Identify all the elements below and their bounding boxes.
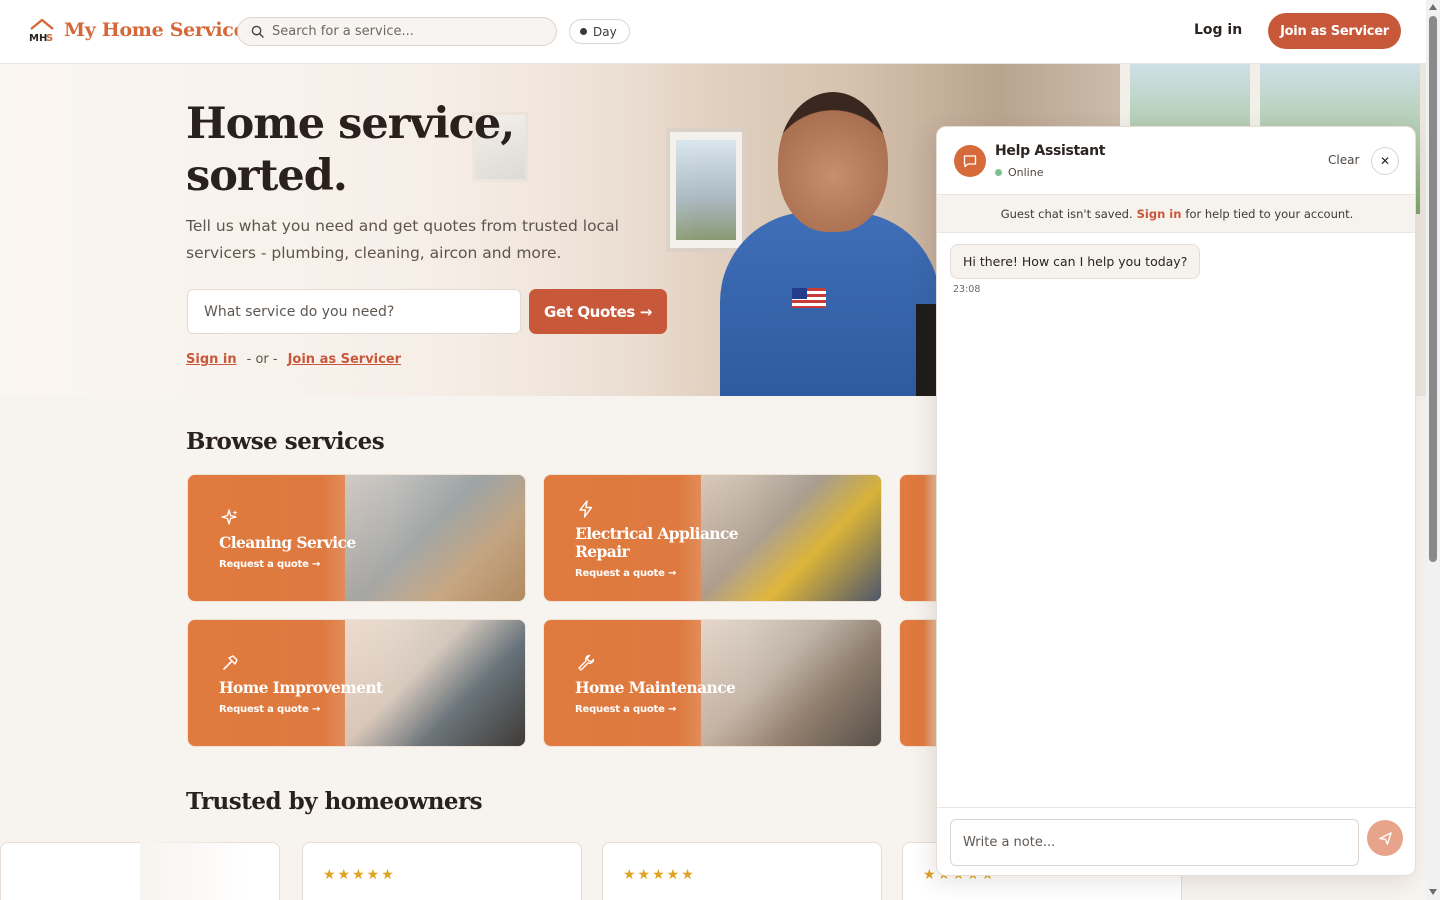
review-card: ★★★★★ [302,842,582,900]
service-card-improvement[interactable]: Home Improvement Request a quote → [187,619,526,747]
scroll-up-icon[interactable] [1429,4,1437,10]
chat-header: Help Assistant Online Clear ✕ [937,127,1415,195]
reviews-title: Trusted by homeowners [186,788,483,815]
chat-message-input[interactable] [950,819,1359,866]
hero-title: Home service, sorted. [186,98,606,202]
chat-clear-button[interactable]: Clear [1328,153,1359,167]
service-card-title: Home Maintenance [575,678,736,697]
reviews-fade [140,830,250,900]
hero-servicer-image [720,92,940,396]
message-timestamp: 23:08 [953,284,981,295]
chat-footer [937,807,1415,875]
hero-title-line2: sorted. [186,151,348,201]
assistant-message: Hi there! How can I help you today? [950,244,1201,279]
online-dot-icon [995,169,1002,176]
chat-title: Help Assistant [995,143,1106,159]
house-logo-icon: MH S [28,17,56,44]
scroll-thumb[interactable] [1429,16,1437,562]
hero-sign-in-link[interactable]: Sign in [186,352,237,367]
notice-text: Guest chat isn't saved. [1000,206,1133,221]
service-card-title: Home Improvement [219,678,383,697]
theme-dot-icon [580,28,587,35]
chat-status-label: Online [1008,166,1044,179]
service-card-electrical[interactable]: Electrical Appliance Repair Request a qu… [543,474,882,602]
service-card-maintenance[interactable]: Home Maintenance Request a quote → [543,619,882,747]
send-icon [1378,831,1392,845]
help-assistant-panel: Help Assistant Online Clear ✕ Guest chat… [936,126,1416,876]
service-card-cta[interactable]: Request a quote → [219,704,320,715]
hero-auth-links: Sign in - or - Join as Servicer [186,352,401,367]
join-servicer-button[interactable]: Join as Servicer [1268,13,1401,49]
star-rating: ★★★★★ [623,867,696,883]
top-header: MH S My Home Servicer Day Log in Join as… [0,0,1426,64]
guest-chat-notice: Guest chat isn't saved. Sign in for help… [937,195,1415,233]
bolt-icon [579,500,593,518]
service-card-cta[interactable]: Request a quote → [575,568,676,579]
chat-status: Online [995,166,1043,179]
sparkle-icon [221,509,238,525]
hero-join-link[interactable]: Join as Servicer [288,352,402,367]
service-search[interactable] [237,17,557,46]
hero-or-separator: - or - [246,352,278,367]
chat-avatar [954,145,986,177]
theme-toggle[interactable]: Day [569,19,630,44]
scroll-down-icon[interactable] [1429,889,1437,895]
hero-title-line1: Home service, [186,99,515,149]
svg-text:MH: MH [29,33,47,43]
hero-laptop-decor [916,304,938,396]
service-card-cleaning[interactable]: Cleaning Service Request a quote → [187,474,526,602]
review-card: ★★★★★ [602,842,882,900]
chat-bubble-icon [963,155,977,168]
service-card-cta[interactable]: Request a quote → [219,559,320,570]
search-input[interactable] [272,24,532,39]
service-card-cta[interactable]: Request a quote → [575,704,676,715]
star-rating: ★★★★★ [323,867,396,883]
notice-text-after: for help tied to your account. [1185,206,1354,221]
brand-logo[interactable]: MH S My Home Servicer [28,17,256,44]
theme-toggle-label: Day [593,24,617,39]
close-icon[interactable]: ✕ [1371,147,1399,175]
wrench-icon [578,654,595,671]
send-button[interactable] [1367,820,1403,856]
service-need-input[interactable] [187,289,521,334]
svg-text:S: S [46,33,53,43]
browse-services-title: Browse services [186,428,385,455]
service-card-title: Electrical Appliance Repair [575,524,739,561]
hero-subtitle: Tell us what you need and get quotes fro… [186,217,619,262]
get-quotes-button[interactable]: Get Quotes → [529,289,667,334]
service-card-title: Cleaning Service [219,533,356,552]
hammer-icon [223,655,238,670]
login-link[interactable]: Log in [1194,22,1242,38]
brand-name: My Home Servicer [64,19,256,41]
notice-sign-in-link[interactable]: Sign in [1137,207,1182,221]
search-icon [251,25,264,38]
page-scrollbar[interactable] [1426,0,1440,900]
